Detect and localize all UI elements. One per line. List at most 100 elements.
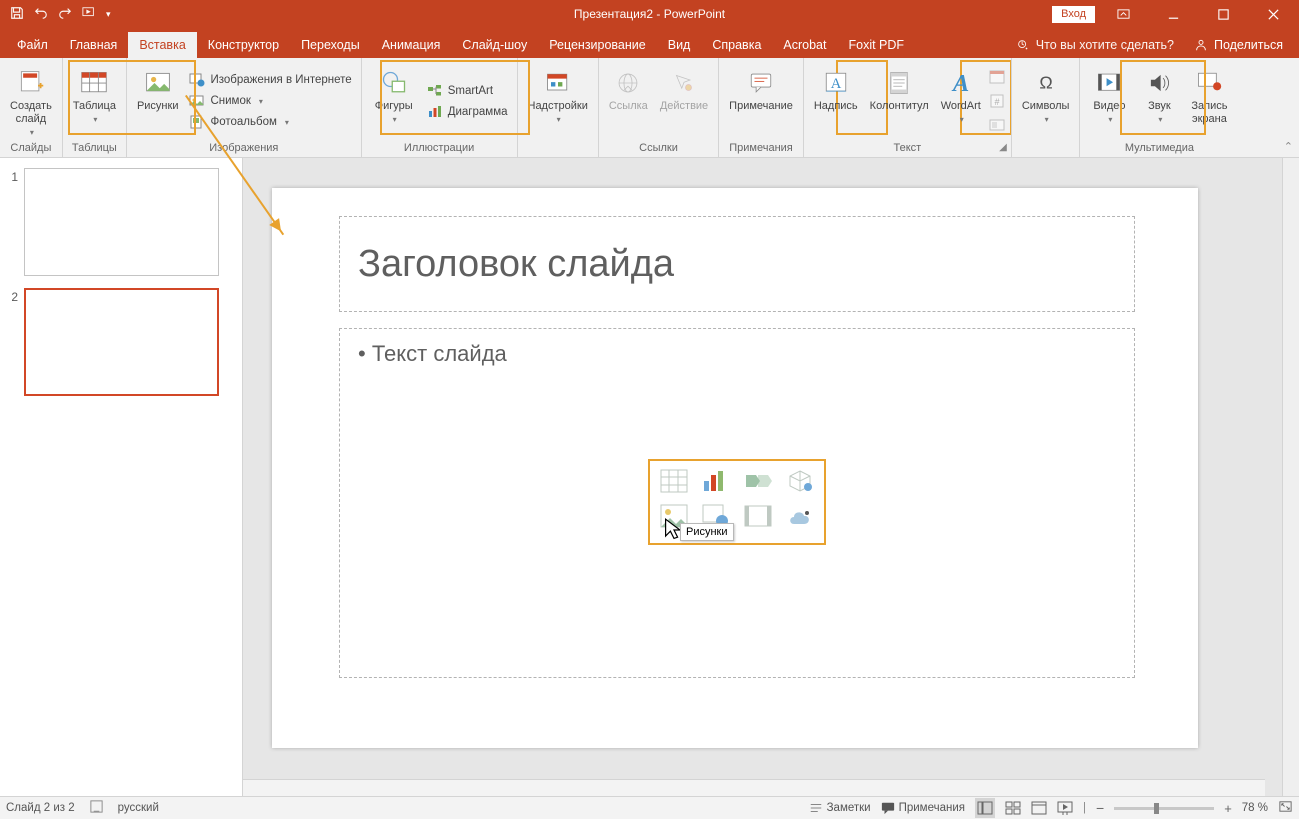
ph-smartart-icon[interactable] bbox=[744, 469, 772, 498]
tab-file[interactable]: Файл bbox=[6, 32, 59, 58]
thumbnail-1-preview bbox=[24, 168, 219, 276]
shapes-label: Фигуры bbox=[375, 100, 413, 113]
start-icon[interactable] bbox=[82, 6, 96, 23]
symbols-label: Символы bbox=[1022, 100, 1070, 113]
notes-button[interactable]: Заметки bbox=[809, 801, 871, 815]
screenshot-label: Снимок bbox=[210, 95, 250, 107]
action-button[interactable]: Действие bbox=[656, 62, 712, 140]
smartart-button[interactable]: SmartArt bbox=[424, 82, 511, 100]
spellcheck-icon[interactable] bbox=[89, 799, 104, 817]
redo-icon[interactable] bbox=[58, 6, 72, 23]
group-label-media: Мультимедиа bbox=[1080, 140, 1238, 157]
video-button[interactable]: Видео bbox=[1086, 62, 1132, 140]
ribbon-display-icon[interactable] bbox=[1101, 0, 1145, 28]
thumbnail-2[interactable]: 2 bbox=[0, 286, 242, 406]
group-label-illustrations: Иллюстрации bbox=[362, 140, 517, 157]
online-images-button[interactable]: Изображения в Интернете bbox=[186, 71, 354, 89]
close-icon[interactable] bbox=[1251, 0, 1295, 28]
content-placeholder[interactable]: Текст слайда bbox=[339, 328, 1135, 678]
headerfooter-button[interactable]: Колонтитул bbox=[866, 62, 933, 140]
share-button[interactable]: Поделиться bbox=[1184, 38, 1293, 58]
ph-icons-icon[interactable] bbox=[786, 504, 814, 533]
language-indicator[interactable]: русский bbox=[118, 802, 159, 814]
sorter-view-icon[interactable] bbox=[1005, 800, 1021, 816]
link-button[interactable]: Ссылка bbox=[605, 62, 652, 140]
ph-tooltip: Рисунки bbox=[680, 523, 734, 541]
screenshot-button[interactable]: Снимок▾ bbox=[186, 92, 354, 110]
tab-slideshow[interactable]: Слайд-шоу bbox=[451, 32, 538, 58]
svg-text:#: # bbox=[994, 97, 999, 107]
zoom-in-icon[interactable]: + bbox=[1224, 801, 1232, 816]
ph-table-icon[interactable] bbox=[660, 469, 688, 498]
zoom-out-icon[interactable]: − bbox=[1096, 800, 1104, 816]
comments-button[interactable]: Примечания bbox=[881, 801, 965, 815]
group-label-text: Текст bbox=[804, 140, 1011, 157]
group-label-comments: Примечания bbox=[719, 140, 803, 157]
tab-foxit[interactable]: Foxit PDF bbox=[838, 32, 916, 58]
photo-album-button[interactable]: Фотоальбом▾ bbox=[186, 113, 354, 131]
object-icon[interactable] bbox=[989, 117, 1005, 133]
dialog-launcher-icon[interactable]: ◢ bbox=[999, 142, 1007, 153]
textbox-button[interactable]: A Надпись bbox=[810, 62, 862, 140]
symbols-button[interactable]: Ω Символы bbox=[1018, 62, 1074, 140]
ribbon-tabs: Файл Главная Вставка Конструктор Переход… bbox=[0, 28, 1299, 58]
wordart-button[interactable]: A WordArt bbox=[937, 62, 985, 140]
tab-view[interactable]: Вид bbox=[657, 32, 702, 58]
slide-canvas[interactable]: Заголовок слайда Текст слайда bbox=[272, 188, 1198, 748]
undo-icon[interactable] bbox=[34, 6, 48, 23]
table-label: Таблица bbox=[73, 100, 116, 113]
video-label: Видео bbox=[1093, 100, 1125, 113]
normal-view-icon[interactable] bbox=[975, 798, 995, 818]
tab-help[interactable]: Справка bbox=[701, 32, 772, 58]
title-placeholder[interactable]: Заголовок слайда bbox=[339, 216, 1135, 312]
addins-button[interactable]: Надстройки bbox=[524, 62, 592, 140]
quick-access-toolbar: ▾ bbox=[0, 6, 111, 23]
zoom-level[interactable]: 78 % bbox=[1242, 802, 1268, 814]
tab-animations[interactable]: Анимация bbox=[371, 32, 452, 58]
qat-more-icon[interactable]: ▾ bbox=[106, 9, 111, 20]
horizontal-scrollbar[interactable] bbox=[243, 779, 1265, 796]
save-icon[interactable] bbox=[10, 6, 24, 23]
date-icon[interactable] bbox=[989, 69, 1005, 85]
slide-editor: Заголовок слайда Текст слайда bbox=[243, 158, 1282, 796]
tab-insert[interactable]: Вставка bbox=[128, 32, 196, 58]
collapse-ribbon-icon[interactable]: ⌃ bbox=[1284, 140, 1293, 153]
tab-home[interactable]: Главная bbox=[59, 32, 129, 58]
comment-label: Примечание bbox=[729, 100, 793, 113]
tab-design[interactable]: Конструктор bbox=[197, 32, 290, 58]
reading-view-icon[interactable] bbox=[1031, 800, 1047, 816]
table-button[interactable]: Таблица bbox=[69, 62, 120, 140]
chart-button[interactable]: Диаграмма bbox=[424, 103, 511, 121]
audio-button[interactable]: Звук bbox=[1136, 62, 1182, 140]
zoom-slider[interactable] bbox=[1114, 807, 1214, 810]
comment-button[interactable]: Примечание bbox=[725, 62, 797, 140]
ph-chart-icon[interactable] bbox=[702, 469, 730, 498]
ph-video-icon[interactable] bbox=[744, 504, 772, 533]
audio-label: Звук bbox=[1148, 100, 1171, 113]
status-bar: Слайд 2 из 2 русский Заметки Примечания … bbox=[0, 796, 1299, 819]
thumbnail-1[interactable]: 1 bbox=[0, 166, 242, 286]
vertical-scrollbar[interactable] bbox=[1282, 158, 1299, 796]
tab-transitions[interactable]: Переходы bbox=[290, 32, 371, 58]
login-button[interactable]: Вход bbox=[1052, 6, 1095, 23]
svg-text:A: A bbox=[951, 70, 969, 97]
screenrec-button[interactable]: Запись экрана bbox=[1186, 62, 1232, 140]
link-label: Ссылка bbox=[609, 100, 648, 113]
ph-3d-icon[interactable] bbox=[786, 469, 814, 498]
slide-counter[interactable]: Слайд 2 из 2 bbox=[6, 802, 75, 814]
pictures-button[interactable]: Рисунки bbox=[133, 62, 183, 140]
ribbon-group-text: A Надпись Колонтитул A WordArt # Текст ◢ bbox=[804, 58, 1012, 157]
content-placeholder-icons: Рисунки bbox=[648, 459, 826, 545]
slideshow-view-icon[interactable] bbox=[1057, 800, 1073, 816]
group-label-tables: Таблицы bbox=[63, 140, 126, 157]
tab-acrobat[interactable]: Acrobat bbox=[772, 32, 837, 58]
slide-number-icon[interactable]: # bbox=[989, 93, 1005, 109]
tell-me-search[interactable]: Что вы хотите сделать? bbox=[1006, 38, 1184, 58]
shapes-button[interactable]: Фигуры bbox=[368, 62, 420, 140]
maximize-icon[interactable] bbox=[1201, 0, 1245, 28]
tab-review[interactable]: Рецензирование bbox=[538, 32, 657, 58]
new-slide-button[interactable]: Создать слайд bbox=[6, 62, 56, 140]
online-images-label: Изображения в Интернете bbox=[210, 74, 351, 86]
minimize-icon[interactable] bbox=[1151, 0, 1195, 28]
fit-window-icon[interactable] bbox=[1278, 799, 1293, 817]
